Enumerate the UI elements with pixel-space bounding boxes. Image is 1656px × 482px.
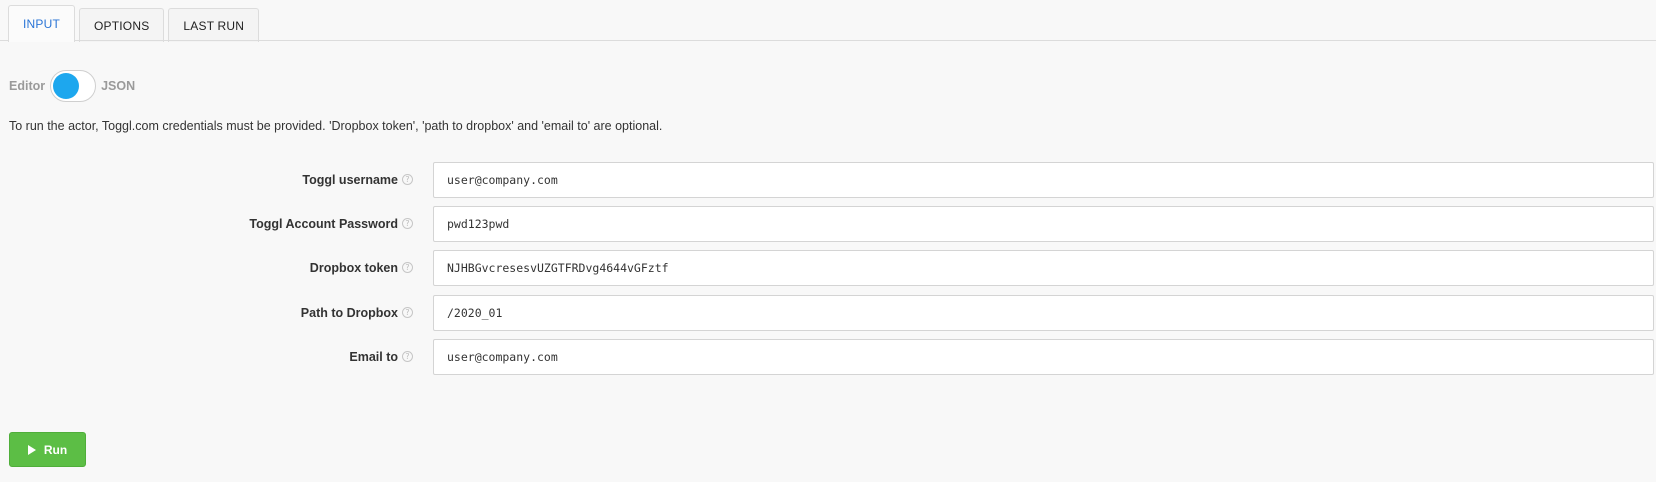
question-circle-icon[interactable]: ? bbox=[402, 307, 413, 318]
field-toggl-username: Toggl username ? bbox=[0, 162, 1656, 198]
toggl-password-input[interactable] bbox=[433, 206, 1654, 242]
play-icon bbox=[27, 444, 36, 455]
json-mode-label[interactable]: JSON bbox=[101, 79, 135, 93]
question-circle-icon[interactable]: ? bbox=[402, 218, 413, 229]
tab-divider bbox=[0, 40, 1656, 41]
tab-bar: INPUT OPTIONS LAST RUN bbox=[8, 4, 1656, 42]
editor-mode-label[interactable]: Editor bbox=[9, 79, 45, 93]
path-to-dropbox-input[interactable] bbox=[433, 295, 1654, 331]
toggle-knob bbox=[53, 73, 80, 99]
field-label: Toggl username bbox=[302, 173, 398, 187]
field-label: Path to Dropbox bbox=[300, 306, 398, 320]
dropbox-token-input[interactable] bbox=[433, 250, 1654, 286]
field-path-to-dropbox: Path to Dropbox ? bbox=[0, 295, 1656, 331]
field-label: Email to bbox=[349, 350, 398, 364]
mode-switch: Editor JSON bbox=[9, 70, 135, 102]
run-button-label: Run bbox=[43, 442, 68, 457]
toggl-username-input[interactable] bbox=[433, 162, 1654, 198]
field-label: Dropbox token bbox=[309, 261, 398, 275]
run-button[interactable]: Run bbox=[9, 432, 86, 467]
tab-options[interactable]: OPTIONS bbox=[79, 8, 165, 42]
mode-toggle[interactable] bbox=[50, 70, 97, 102]
field-label: Toggl Account Password bbox=[249, 217, 398, 231]
question-circle-icon[interactable]: ? bbox=[402, 174, 413, 185]
question-circle-icon[interactable]: ? bbox=[402, 262, 413, 273]
field-toggl-password: Toggl Account Password ? bbox=[0, 206, 1656, 242]
input-description: To run the actor, Toggl.com credentials … bbox=[9, 119, 663, 133]
tab-input[interactable]: INPUT bbox=[8, 5, 75, 42]
tab-last-run[interactable]: LAST RUN bbox=[168, 8, 260, 42]
field-dropbox-token: Dropbox token ? bbox=[0, 250, 1656, 286]
field-email-to: Email to ? bbox=[0, 339, 1656, 375]
email-to-input[interactable] bbox=[433, 339, 1654, 375]
question-circle-icon[interactable]: ? bbox=[402, 351, 413, 362]
